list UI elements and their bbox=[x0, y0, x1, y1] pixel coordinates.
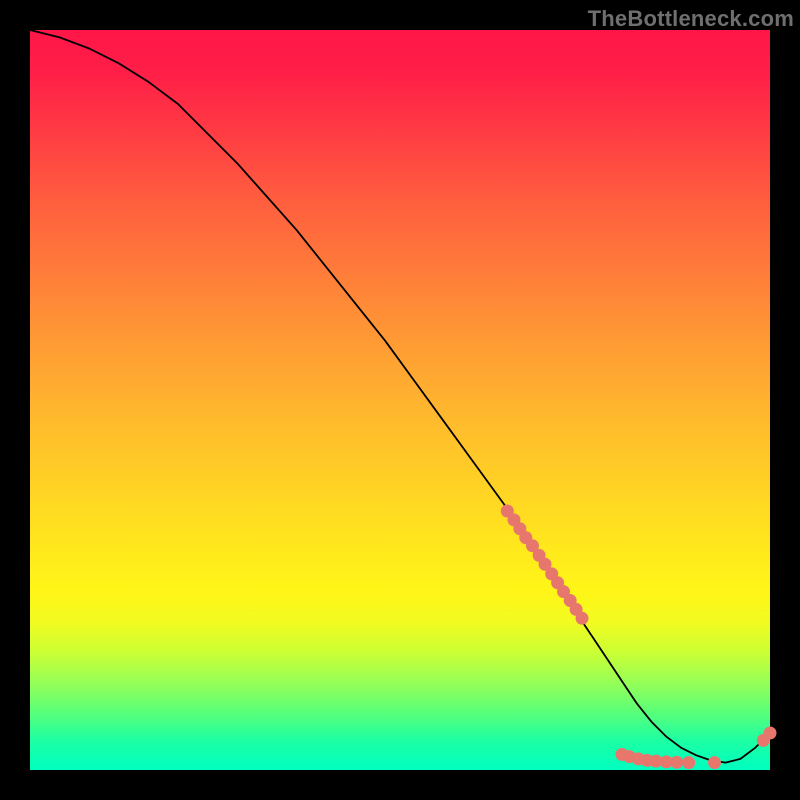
data-marker bbox=[670, 756, 683, 769]
data-marker bbox=[576, 612, 589, 625]
watermark-text: TheBottleneck.com bbox=[588, 6, 794, 32]
marker-layer bbox=[501, 505, 777, 770]
plot-area bbox=[30, 30, 770, 770]
data-marker bbox=[764, 727, 777, 740]
data-marker bbox=[682, 756, 695, 769]
plot-svg bbox=[30, 30, 770, 770]
bottleneck-curve bbox=[30, 30, 770, 763]
data-marker bbox=[708, 756, 721, 769]
chart-stage: TheBottleneck.com bbox=[0, 0, 800, 800]
